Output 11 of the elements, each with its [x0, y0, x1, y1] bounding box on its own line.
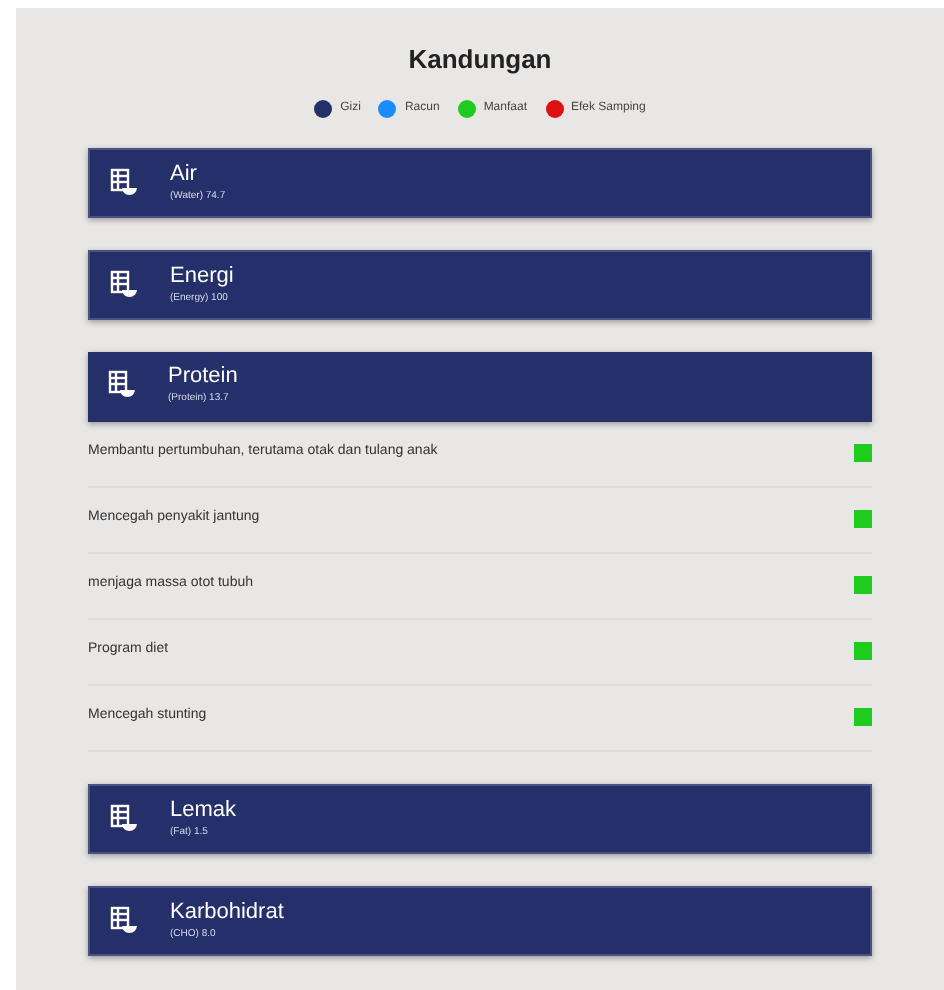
table-dish-icon: [110, 906, 138, 934]
page-title: Kandungan: [408, 42, 552, 78]
table-dish-icon: [110, 270, 138, 298]
table-dish-icon: [108, 370, 136, 398]
category-name: Karbohidrat: [170, 898, 284, 926]
table-dish-icon: [110, 168, 138, 196]
category-name: Air: [170, 160, 199, 188]
table-dish-icon: [110, 804, 138, 832]
category-name: Lemak: [170, 796, 237, 824]
category-name: Protein: [168, 362, 238, 390]
category-name: Energi: [170, 262, 234, 290]
